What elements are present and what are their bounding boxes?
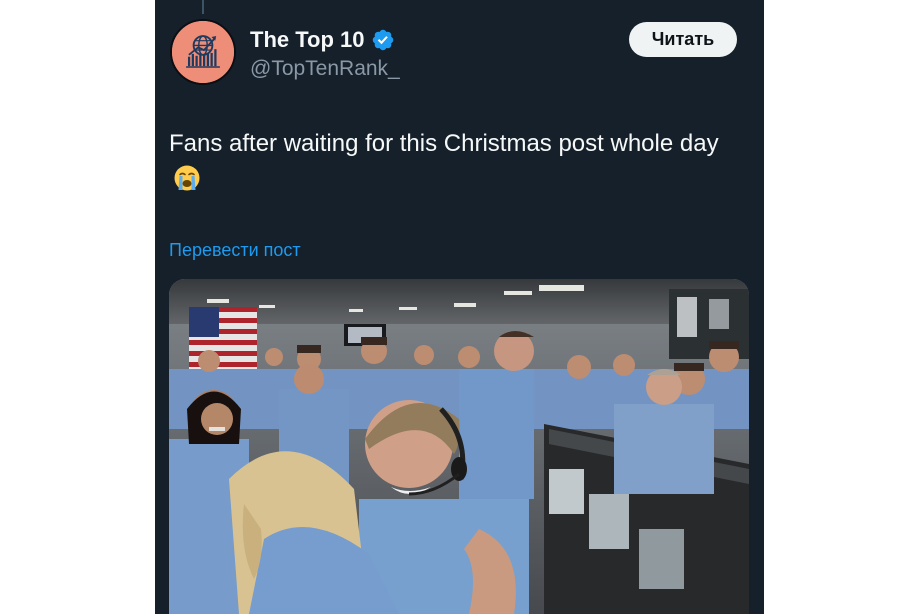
tweet-media-photo[interactable] [169,279,749,614]
tweet-body: Fans after waiting for this Christmas po… [169,126,749,198]
globe-chart-logo-icon [172,21,234,83]
verified-badge-icon [371,28,395,52]
loudly-crying-face-icon [173,164,201,192]
thread-connector-line [202,0,204,14]
author-avatar[interactable] [170,19,236,85]
mission-control-celebration-image [169,279,749,614]
translate-post-link[interactable]: Перевести пост [169,238,301,262]
author-handle[interactable]: @TopTenRank_ [250,56,400,82]
author-name-row: The Top 10 [250,26,395,54]
tweet-card: The Top 10 @TopTenRank_ Читать Fans afte… [155,0,764,614]
tweet-text: Fans after waiting for this Christmas po… [169,130,719,157]
follow-button[interactable]: Читать [629,22,737,57]
author-display-name[interactable]: The Top 10 [250,26,365,54]
